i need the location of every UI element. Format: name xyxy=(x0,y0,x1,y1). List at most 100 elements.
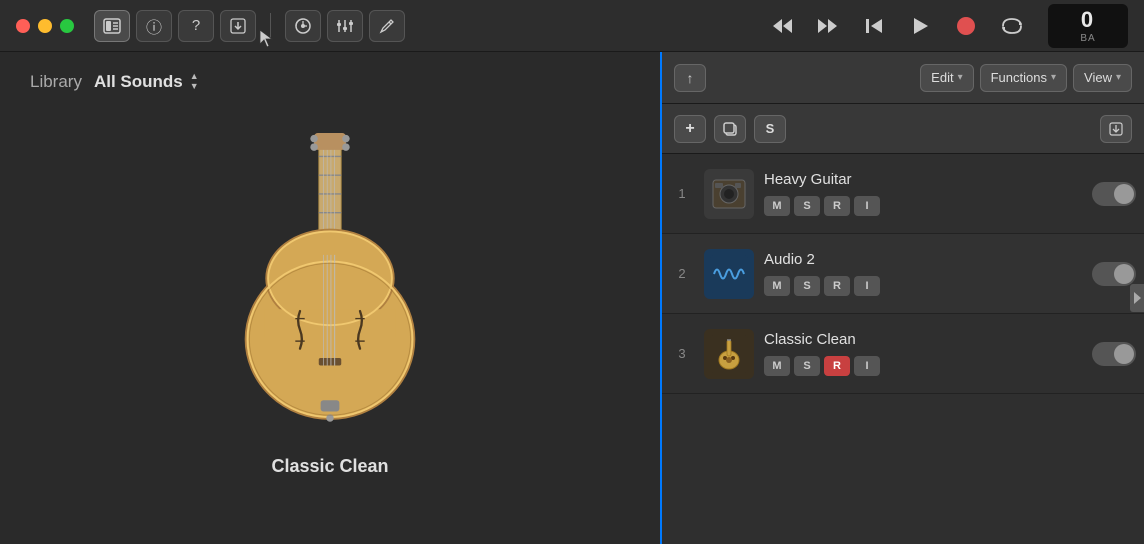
all-sounds-label: All Sounds xyxy=(94,72,183,92)
toggle-knob-1 xyxy=(1114,184,1134,204)
duplicate-icon xyxy=(722,121,738,137)
titlebar: ⓘ ? xyxy=(0,0,1144,52)
toggle-2[interactable] xyxy=(1092,262,1136,286)
info-button[interactable]: ⓘ xyxy=(136,10,172,42)
transport-controls: 0 BA xyxy=(762,4,1128,48)
toolbar-divider xyxy=(270,13,271,39)
track-controls-2: M S R I xyxy=(764,276,1080,296)
track-number-2: 2 xyxy=(670,266,694,281)
track-name-1: Heavy Guitar xyxy=(764,171,1080,188)
download-icon xyxy=(1109,122,1123,136)
record-btn-2[interactable]: R xyxy=(824,276,850,296)
track-icon-1 xyxy=(704,169,754,219)
rewind-button[interactable] xyxy=(762,10,802,42)
record-button[interactable] xyxy=(946,10,986,42)
edge-arrow[interactable] xyxy=(1130,284,1144,312)
track-controls-3: M S R I xyxy=(764,356,1080,376)
library-header: Library All Sounds ▲▼ xyxy=(0,52,660,108)
solo-btn-1[interactable]: S xyxy=(794,196,820,216)
input-btn-1[interactable]: I xyxy=(854,196,880,216)
library-panel: Library All Sounds ▲▼ xyxy=(0,52,660,544)
guitar-image xyxy=(160,118,500,448)
pencil-button[interactable] xyxy=(369,10,405,42)
toolbar-left: ⓘ ? xyxy=(94,10,405,42)
back-button[interactable]: ↑ xyxy=(674,64,706,92)
tracks-panel: ↑ Edit ▾ Functions ▾ View ▾ + xyxy=(660,52,1144,544)
info-icon: ⓘ xyxy=(146,14,162,38)
download-button[interactable] xyxy=(220,10,256,42)
all-sounds-button[interactable]: All Sounds ▲▼ xyxy=(94,72,199,92)
minimize-button[interactable] xyxy=(38,19,52,33)
track-info-1: Heavy Guitar M S R I xyxy=(764,171,1080,216)
main-content: Library All Sounds ▲▼ xyxy=(0,52,1144,544)
display-box: 0 BA xyxy=(1048,4,1128,48)
record-btn-3[interactable]: R xyxy=(824,356,850,376)
solo-btn-2[interactable]: S xyxy=(794,276,820,296)
table-row[interactable]: 3 Classic Clean xyxy=(662,314,1144,394)
instrument-name: Classic Clean xyxy=(271,456,388,477)
add-track-button[interactable]: + xyxy=(674,115,706,143)
clock-button[interactable] xyxy=(285,10,321,42)
library-button[interactable] xyxy=(94,10,130,42)
help-button[interactable]: ? xyxy=(178,10,214,42)
plus-icon: + xyxy=(685,120,694,138)
fast-forward-button[interactable] xyxy=(808,10,848,42)
help-icon: ? xyxy=(192,17,200,34)
functions-menu-button[interactable]: Functions ▾ xyxy=(980,64,1067,92)
window-controls xyxy=(16,19,74,33)
waveform-icon xyxy=(710,255,748,293)
track-name-3: Classic Clean xyxy=(764,331,1080,348)
solo-button[interactable]: S xyxy=(754,115,786,143)
track-number-3: 3 xyxy=(670,346,694,361)
maximize-button[interactable] xyxy=(60,19,74,33)
track-info-3: Classic Clean M S R I xyxy=(764,331,1080,376)
track-name-2: Audio 2 xyxy=(764,251,1080,268)
tracks-toolbar: ↑ Edit ▾ Functions ▾ View ▾ xyxy=(662,52,1144,104)
track-icon-3 xyxy=(704,329,754,379)
toggle-knob-2 xyxy=(1114,264,1134,284)
amp-icon xyxy=(710,175,748,213)
close-button[interactable] xyxy=(16,19,30,33)
view-label: View xyxy=(1084,70,1112,85)
view-chevron-icon: ▾ xyxy=(1116,72,1121,83)
mute-btn-2[interactable]: M xyxy=(764,276,790,296)
library-title: Library xyxy=(30,72,82,92)
edit-menu-button[interactable]: Edit ▾ xyxy=(920,64,973,92)
view-menu-button[interactable]: View ▾ xyxy=(1073,64,1132,92)
guitar-small-icon xyxy=(710,335,748,373)
input-btn-3[interactable]: I xyxy=(854,356,880,376)
solo-icon: S xyxy=(766,121,775,136)
input-btn-2[interactable]: I xyxy=(854,276,880,296)
play-button[interactable] xyxy=(900,10,940,42)
toggle-knob-3 xyxy=(1114,344,1134,364)
sort-arrows-icon: ▲▼ xyxy=(190,72,199,92)
cycle-button[interactable] xyxy=(992,10,1032,42)
table-row[interactable]: 1 Heavy Guitar M S xyxy=(662,154,1144,234)
track-info-2: Audio 2 M S R I xyxy=(764,251,1080,296)
duplicate-track-button[interactable] xyxy=(714,115,746,143)
functions-label: Functions xyxy=(991,70,1047,85)
up-arrow-icon: ↑ xyxy=(687,70,694,86)
toggle-1[interactable] xyxy=(1092,182,1136,206)
toggle-3[interactable] xyxy=(1092,342,1136,366)
display-number: 0 xyxy=(1081,7,1095,33)
table-row[interactable]: 2 Audio 2 M S R I xyxy=(662,234,1144,314)
functions-chevron-icon: ▾ xyxy=(1051,72,1056,83)
track-controls-1: M S R I xyxy=(764,196,1080,216)
edit-label: Edit xyxy=(931,70,953,85)
track-list: 1 Heavy Guitar M S xyxy=(662,154,1144,544)
skip-to-start-button[interactable] xyxy=(854,10,894,42)
edge-arrow-icon xyxy=(1132,290,1142,306)
guitar-svg xyxy=(210,133,450,433)
track-download-button[interactable] xyxy=(1100,115,1132,143)
mute-btn-1[interactable]: M xyxy=(764,196,790,216)
solo-btn-3[interactable]: S xyxy=(794,356,820,376)
mute-btn-3[interactable]: M xyxy=(764,356,790,376)
record-btn-1[interactable]: R xyxy=(824,196,850,216)
display-label: BA xyxy=(1080,33,1095,44)
mixer-button[interactable] xyxy=(327,10,363,42)
track-number-1: 1 xyxy=(670,186,694,201)
track-icon-2 xyxy=(704,249,754,299)
tracks-actions: + S xyxy=(662,104,1144,154)
edit-chevron-icon: ▾ xyxy=(958,72,963,83)
